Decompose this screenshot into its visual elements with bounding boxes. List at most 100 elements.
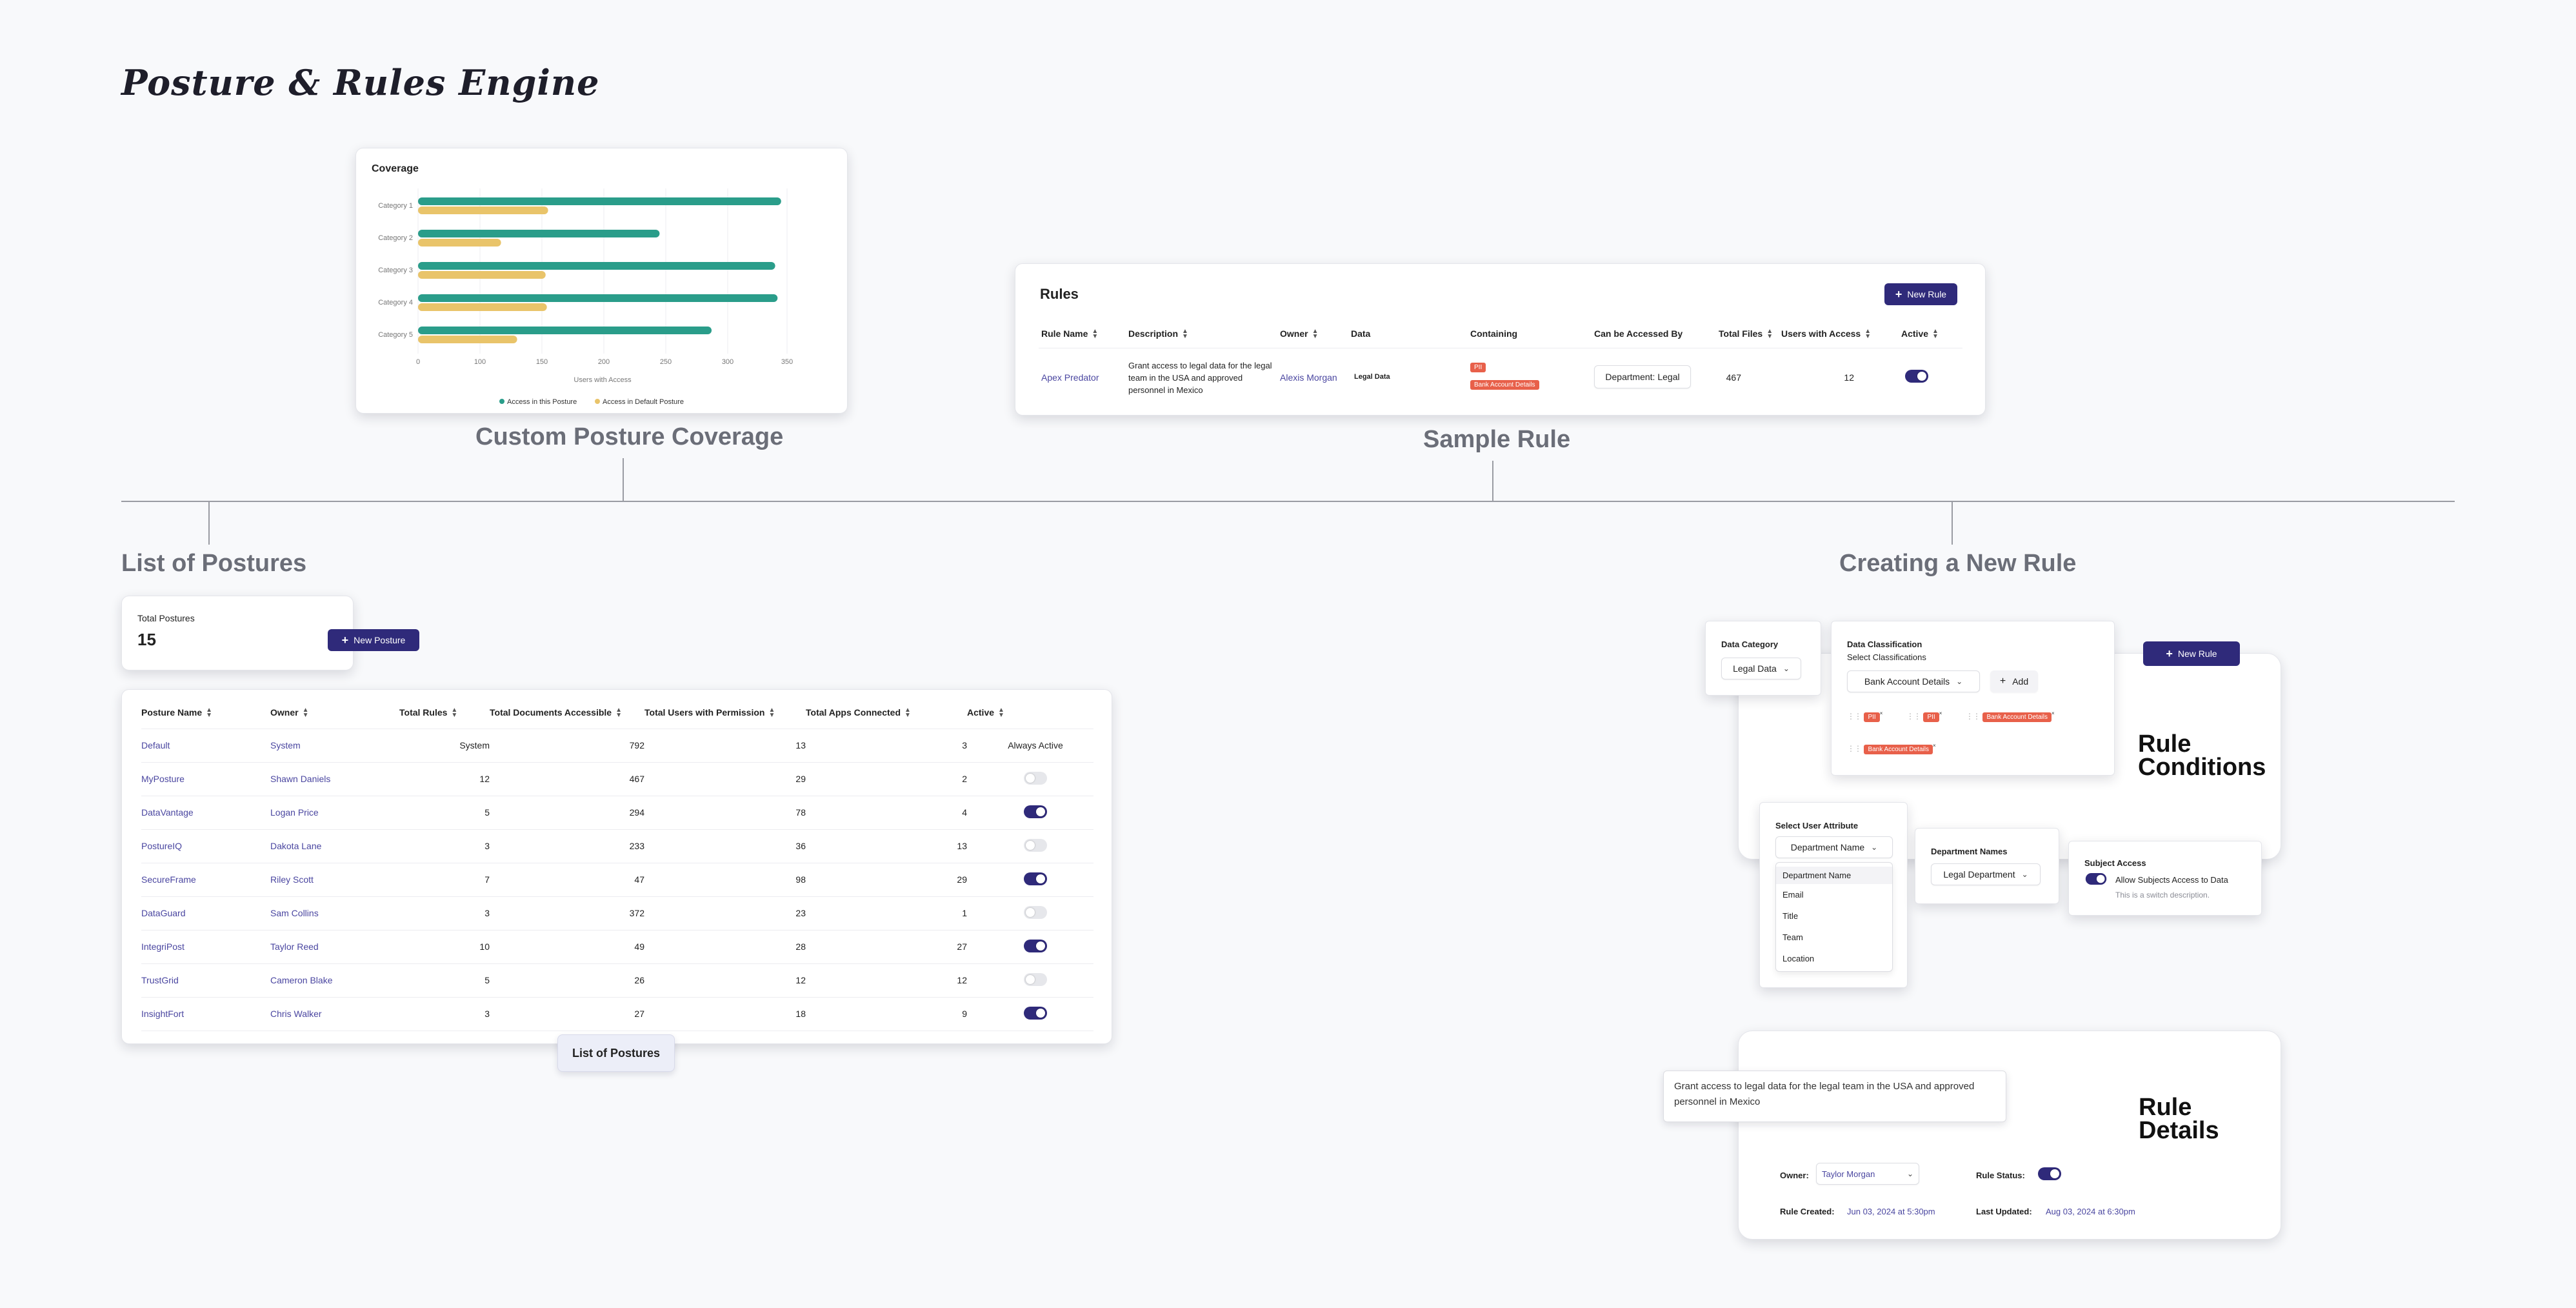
chart-category-label: Category 5 xyxy=(378,331,413,339)
col-owner[interactable]: Owner ▲ ▼ xyxy=(270,698,399,729)
connector-sample-rule xyxy=(1492,461,1493,501)
new-posture-button[interactable]: + New Posture xyxy=(328,629,419,651)
posture-active-toggle[interactable] xyxy=(1024,939,1047,952)
posture-name-link[interactable]: TrustGrid xyxy=(141,975,179,985)
rules-col-description[interactable]: Description ▲ ▼ xyxy=(1128,328,1188,340)
posture-name-link[interactable]: DataGuard xyxy=(141,908,185,918)
table-row[interactable]: PostureIQ Dakota Lane 3 233 36 13 xyxy=(141,829,1093,863)
col-total-users[interactable]: Total Users with Permission ▲ ▼ xyxy=(644,698,806,729)
posture-active-toggle[interactable] xyxy=(1024,1006,1047,1020)
dropdown-option[interactable]: Team xyxy=(1776,927,1892,948)
col-active[interactable]: Active ▲ ▼ xyxy=(967,698,1093,729)
classification-select[interactable]: Bank Account Details ⌄ xyxy=(1847,670,1980,692)
posture-owner-link[interactable]: Riley Scott xyxy=(270,874,314,885)
chart-bar xyxy=(418,206,548,214)
col-posture-name[interactable]: Posture Name ▲ ▼ xyxy=(141,698,270,729)
posture-total-apps: 13 xyxy=(957,841,967,851)
subject-access-card: Subject Access Allow Subjects Access to … xyxy=(2068,841,2262,916)
timeline-axis xyxy=(121,501,2455,502)
conditions-new-rule-button[interactable]: + New Rule xyxy=(2143,641,2240,666)
col-total-docs[interactable]: Total Documents Accessible ▲ ▼ xyxy=(490,698,644,729)
classification-chip-3[interactable]: ⋮⋮ Bank Account Details× xyxy=(1966,710,2055,722)
posture-name-link[interactable]: PostureIQ xyxy=(141,841,182,851)
posture-name-link[interactable]: IntegriPost xyxy=(141,941,185,952)
table-row[interactable]: MyPosture Shawn Daniels 12 467 29 2 xyxy=(141,762,1093,796)
user-attribute-select[interactable]: Department Name ⌄ xyxy=(1775,836,1893,858)
posture-owner-link[interactable]: Cameron Blake xyxy=(270,975,333,985)
posture-total-rules: 3 xyxy=(484,908,490,918)
classification-chip-4[interactable]: ⋮⋮ Bank Account Details× xyxy=(1847,743,1936,754)
sort-icon: ▲ ▼ xyxy=(1864,328,1872,341)
subject-access-toggle[interactable] xyxy=(2085,873,2107,885)
table-row[interactable]: TrustGrid Cameron Blake 5 26 12 12 xyxy=(141,963,1093,998)
posture-active-toggle[interactable] xyxy=(1024,905,1047,919)
classification-add-button[interactable]: + Add xyxy=(1990,670,2038,692)
owner-label: Owner: xyxy=(1780,1171,1809,1180)
rules-col-users[interactable]: Users with Access ▲ ▼ xyxy=(1781,328,1872,341)
posture-active-toggle[interactable] xyxy=(1024,805,1047,818)
posture-total-rules: 5 xyxy=(484,975,490,985)
col-total-rules[interactable]: Total Rules ▲ ▼ xyxy=(399,698,490,729)
table-row[interactable]: DataVantage Logan Price 5 294 78 4 xyxy=(141,796,1093,830)
rule-name-link[interactable]: Apex Predator xyxy=(1041,372,1099,383)
sort-icon: ▲ ▼ xyxy=(1766,328,1773,341)
new-rule-button[interactable]: + New Rule xyxy=(1884,283,1957,305)
owner-select[interactable]: Taylor Morgan ⌄ xyxy=(1816,1163,1919,1185)
posture-name-link[interactable]: DataVantage xyxy=(141,807,194,818)
classification-chip-2[interactable]: ⋮⋮ PII× xyxy=(1906,710,1942,722)
posture-total-apps: 2 xyxy=(962,774,967,784)
chart-tick-label: 250 xyxy=(660,358,672,366)
posture-name-link[interactable]: Default xyxy=(141,740,170,750)
data-category-select[interactable]: Legal Data ⌄ xyxy=(1721,658,1801,679)
dropdown-option[interactable]: Location xyxy=(1776,948,1892,969)
dropdown-option[interactable]: Email xyxy=(1776,884,1892,905)
rules-col-containing: Containing xyxy=(1470,328,1518,339)
posture-active-toggle[interactable] xyxy=(1024,972,1047,986)
chart-bar xyxy=(418,230,660,237)
chart-category-label: Category 1 xyxy=(378,202,413,210)
posture-owner-link[interactable]: Shawn Daniels xyxy=(270,774,330,784)
data-classification-card: Data Classification Select Classificatio… xyxy=(1831,621,2115,776)
posture-active-toggle[interactable] xyxy=(1024,838,1047,852)
department-names-label: Department Names xyxy=(1931,847,2008,856)
table-row[interactable]: InsightFort Chris Walker 3 27 18 9 xyxy=(141,997,1093,1031)
rule-description: Grant access to legal data for the legal… xyxy=(1128,361,1272,395)
close-icon: × xyxy=(1939,710,1942,716)
posture-owner-link[interactable]: Chris Walker xyxy=(270,1009,322,1019)
table-row[interactable]: Default System System 792 13 3 Always Active xyxy=(141,729,1093,763)
rule-status-toggle[interactable] xyxy=(2038,1167,2061,1180)
rule-active-toggle[interactable] xyxy=(1905,370,1928,383)
posture-name-link[interactable]: SecureFrame xyxy=(141,874,196,885)
rules-col-owner[interactable]: Owner ▲ ▼ xyxy=(1280,328,1318,340)
posture-active-toggle[interactable] xyxy=(1024,771,1047,785)
posture-owner-link[interactable]: Sam Collins xyxy=(270,908,319,918)
close-icon: × xyxy=(1932,743,1936,749)
rule-owner-link[interactable]: Alexis Morgan xyxy=(1280,372,1337,383)
table-row[interactable]: DataGuard Sam Collins 3 372 23 1 xyxy=(141,896,1093,931)
posture-owner-link[interactable]: Taylor Reed xyxy=(270,941,319,952)
posture-name-link[interactable]: MyPosture xyxy=(141,774,185,784)
dropdown-option[interactable]: Department Name xyxy=(1776,867,1892,884)
classification-chip-1[interactable]: ⋮⋮ PII× xyxy=(1847,710,1882,722)
posture-total-apps: 27 xyxy=(957,941,967,952)
posture-owner-link[interactable]: Logan Price xyxy=(270,807,319,818)
col-total-apps[interactable]: Total Apps Connected ▲ ▼ xyxy=(806,698,967,729)
department-names-select[interactable]: Legal Department ⌄ xyxy=(1931,863,2041,885)
rules-col-accessed-by: Can be Accessed By xyxy=(1594,328,1683,339)
table-row[interactable]: IntegriPost Taylor Reed 10 49 28 27 xyxy=(141,930,1093,964)
posture-owner-link[interactable]: Dakota Lane xyxy=(270,841,321,851)
rules-col-name[interactable]: Rule Name ▲ ▼ xyxy=(1041,328,1098,340)
rule-description-textarea[interactable]: Grant access to legal data for the legal… xyxy=(1663,1071,2006,1122)
chevron-down-icon: ⌄ xyxy=(1956,677,1963,686)
posture-owner-link[interactable]: System xyxy=(270,740,301,750)
rules-col-active[interactable]: Active ▲ ▼ xyxy=(1901,328,1939,340)
table-row[interactable]: SecureFrame Riley Scott 7 47 98 29 xyxy=(141,863,1093,897)
posture-total-rules: 3 xyxy=(484,1009,490,1019)
posture-total-users: 18 xyxy=(795,1009,806,1019)
posture-name-link[interactable]: InsightFort xyxy=(141,1009,184,1019)
rule-status-label: Rule Status: xyxy=(1976,1171,2025,1180)
rules-col-files[interactable]: Total Files ▲ ▼ xyxy=(1719,328,1773,341)
drag-handle-icon: ⋮⋮ xyxy=(1847,744,1862,753)
dropdown-option[interactable]: Title xyxy=(1776,905,1892,927)
posture-active-toggle[interactable] xyxy=(1024,872,1047,885)
